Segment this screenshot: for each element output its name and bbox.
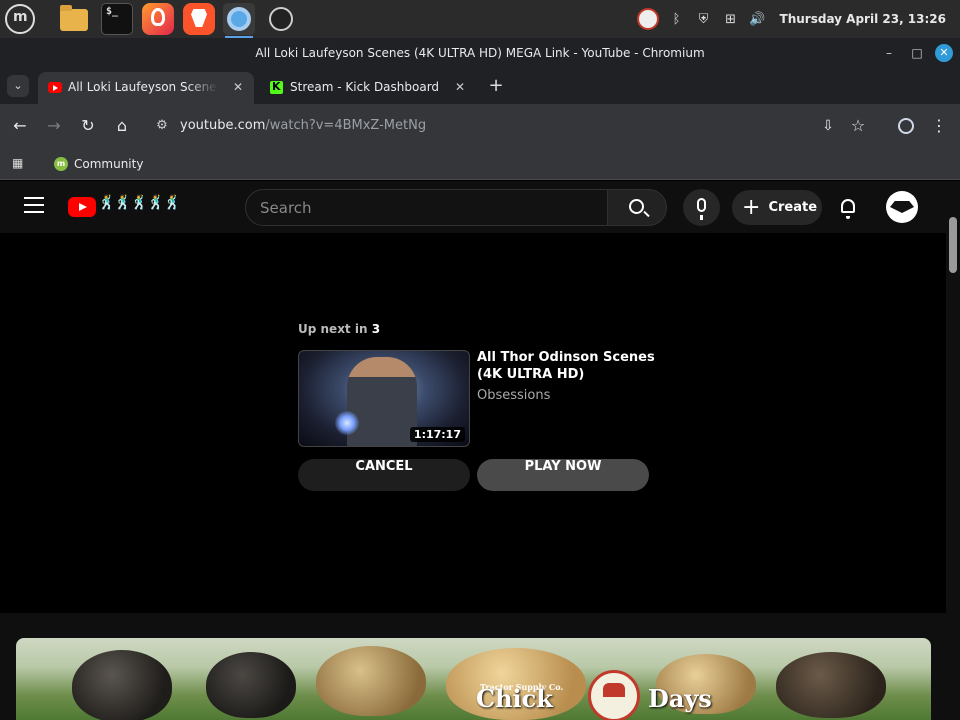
search-button[interactable] (607, 189, 667, 226)
tab-close-icon[interactable]: ✕ (230, 79, 246, 95)
ad-banner[interactable]: Tractor Supply Co. Chick Days (16, 638, 931, 720)
obs-icon[interactable] (265, 3, 297, 35)
chick-image (316, 646, 426, 716)
browser-toolbar: ← → ↻ ⌂ ⚙ youtube.com/watch?v=4BMxZ-MetN… (0, 104, 960, 148)
home-icon[interactable]: ⌂ (112, 116, 132, 136)
tab-kick-dashboard[interactable]: Stream - Kick Dashboard ✕ (260, 72, 476, 104)
kick-icon (270, 80, 283, 94)
bookmark-label: Community (74, 157, 144, 171)
os-taskbar: m $_ ᛒ ⛨ ⊞ 🔊 Thursday April 23, 13:26 (0, 0, 960, 38)
reload-icon[interactable]: ↻ (78, 116, 98, 136)
address-bar[interactable]: youtube.com/watch?v=4BMxZ-MetNg (180, 118, 426, 133)
url-host: youtube.com (180, 118, 266, 133)
up-next-channel: Obsessions (477, 388, 551, 403)
search-input[interactable] (260, 199, 590, 217)
create-label: Create (768, 200, 818, 215)
chromium-icon[interactable] (223, 3, 255, 38)
banner-headline-right: Days (648, 684, 712, 713)
brave-icon[interactable] (183, 3, 215, 35)
chick-image (72, 650, 172, 720)
tab-strip: ⌄ All Loki Laufeyson Scenes (4K ULTRA HD… (0, 68, 960, 104)
tab-close-icon[interactable]: ✕ (452, 79, 468, 95)
up-next-thumbnail[interactable]: 1:17:17 (298, 350, 470, 447)
cancel-button[interactable]: CANCEL (298, 459, 470, 491)
back-arrow-icon[interactable]: ← (10, 116, 30, 136)
shield-icon[interactable]: ⛨ (695, 10, 713, 28)
avatar[interactable] (886, 191, 918, 223)
linux-mint-icon: m (54, 157, 68, 171)
bluetooth-icon[interactable]: ᛒ (668, 10, 686, 28)
install-app-icon[interactable]: ⇩ (818, 116, 838, 136)
network-icon[interactable]: ⊞ (722, 10, 740, 28)
duration-badge: 1:17:17 (409, 427, 465, 442)
search-icon (629, 199, 644, 214)
youtube-doodle[interactable]: 🕺🕺🕺🕺🕺 (98, 195, 181, 211)
thumbnail-figure (347, 357, 417, 446)
tab-youtube[interactable]: All Loki Laufeyson Scenes (4K ULTRA HD) … (38, 72, 254, 104)
plus-icon: + (742, 194, 761, 220)
up-next-countdown: Up next in 3 (298, 322, 381, 336)
close-window-button[interactable]: ✕ (935, 44, 953, 62)
video-player[interactable]: Up next in 3 1:17:17 All Thor Odinson Sc… (0, 233, 946, 613)
bookmark-star-icon[interactable]: ☆ (848, 116, 868, 136)
voice-search-button[interactable] (683, 189, 720, 226)
youtube-page: 🕺🕺🕺🕺🕺 + Create Up next in 3 1:17:17 All … (0, 181, 960, 720)
tab-title: Stream - Kick Dashboard (290, 80, 440, 94)
scrollbar-thumb[interactable] (949, 217, 957, 273)
up-next-title[interactable]: All Thor Odinson Scenes (4K ULTRA HD) (477, 349, 657, 383)
minimize-button[interactable]: – (880, 44, 898, 62)
create-button[interactable]: + Create (732, 190, 822, 225)
microphone-icon (697, 198, 706, 220)
kebab-menu-icon[interactable]: ⋮ (929, 116, 949, 136)
window-titlebar: All Loki Laufeyson Scenes (4K ULTRA HD) … (0, 38, 960, 68)
tab-title: All Loki Laufeyson Scenes (4K ULTRA HD) … (68, 80, 218, 94)
url-path: /watch?v=4BMxZ-MetNg (265, 118, 427, 133)
firefox-icon[interactable] (142, 3, 174, 35)
page-scrollbar[interactable] (946, 181, 960, 720)
youtube-header: 🕺🕺🕺🕺🕺 + Create (0, 181, 946, 233)
bookmarks-bar: ▦ m Community (0, 148, 960, 180)
profile-icon[interactable] (896, 116, 916, 136)
chick-image (776, 652, 886, 718)
volume-icon[interactable]: 🔊 (749, 10, 767, 28)
system-tray: ᛒ ⛨ ⊞ 🔊 Thursday April 23, 13:26 (636, 0, 960, 38)
chick-image (206, 652, 296, 718)
hamburger-menu-icon[interactable] (24, 197, 44, 215)
terminal-icon[interactable]: $_ (101, 3, 133, 35)
notifications-bell-icon[interactable] (838, 197, 858, 219)
play-now-button[interactable]: PLAY NOW (477, 459, 649, 491)
youtube-logo[interactable] (68, 197, 96, 217)
maximize-button[interactable]: □ (908, 44, 926, 62)
tab-search-button[interactable]: ⌄ (7, 75, 29, 97)
forward-arrow-icon[interactable]: → (44, 116, 64, 136)
mint-menu-icon[interactable]: m (5, 4, 35, 34)
clock[interactable]: Thursday April 23, 13:26 (780, 12, 946, 26)
banner-headline-left: Chick (476, 684, 553, 713)
youtube-icon (48, 82, 62, 93)
thumbnail-glow (335, 411, 359, 435)
window-title: All Loki Laufeyson Scenes (4K ULTRA HD) … (255, 46, 705, 60)
new-tab-button[interactable]: + (486, 76, 506, 96)
site-info-icon[interactable]: ⚙ (152, 116, 172, 136)
chicken-mascot-icon (588, 670, 640, 720)
obs-tray-icon[interactable] (636, 8, 659, 30)
files-icon[interactable] (58, 3, 90, 35)
apps-grid-icon[interactable]: ▦ (12, 156, 26, 170)
bookmark-community[interactable]: m Community (54, 154, 143, 174)
search-box[interactable] (245, 189, 608, 226)
